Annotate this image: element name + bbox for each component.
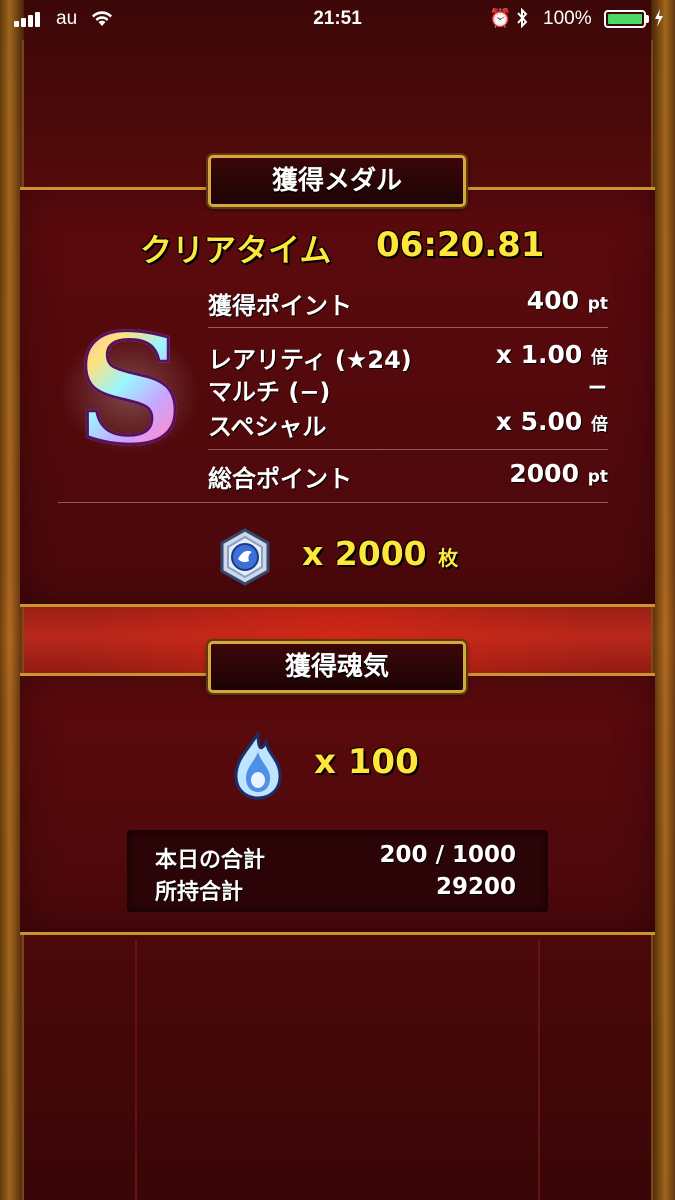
owned-total-label: 所持合計 [155,880,244,905]
battery-icon [604,10,646,28]
charging-icon [653,7,665,34]
medal-section-title: 獲得メダル [208,155,466,207]
multi-label: マルチ (−) [208,378,331,406]
clear-time-label: クリアタイム [140,231,332,269]
today-total-value: 200 / 1000 [379,842,516,868]
clear-time-value: 06:20.81 [376,225,545,265]
points-value: 400 pt [526,286,608,315]
rarity-value: x 1.00 倍 [495,340,608,369]
total-value: 2000 pt [509,459,608,488]
divider [58,502,608,503]
soul-reward: x 100 [228,730,488,800]
special-label: スペシャル [208,413,327,441]
soul-summary-box: 本日の合計 200 / 1000 所持合計 29200 [127,830,548,912]
clear-time: クリアタイム 06:20.81 [140,225,560,275]
divider [208,327,608,328]
medal-coin-icon [220,528,270,586]
today-total-label: 本日の合計 [155,848,266,873]
bluetooth-icon [515,7,529,35]
multi-value: − [587,372,608,401]
points-label: 獲得ポイント [208,292,352,320]
alarm-icon: ⏰ [489,8,512,28]
total-label: 総合ポイント [208,465,352,493]
floor-line [135,940,137,1200]
owned-total-value: 29200 [435,874,516,900]
soul-flame-icon [234,732,282,800]
rank-badge: S [70,314,190,467]
divider [208,449,608,450]
battery-percent: 100% [543,8,592,29]
medal-reward: x 2000 枚 [216,528,516,588]
status-bar: au 21:51 ⏰ 100% [0,0,675,38]
battery-tip [646,15,649,23]
special-value: x 5.00 倍 [495,407,608,436]
rarity-label: レアリティ (★24) [208,346,412,374]
medal-count: x 2000 枚 [302,534,459,573]
soul-count: x 100 [314,742,419,782]
floor-line [538,940,540,1200]
soul-section-title: 獲得魂気 [208,641,466,693]
